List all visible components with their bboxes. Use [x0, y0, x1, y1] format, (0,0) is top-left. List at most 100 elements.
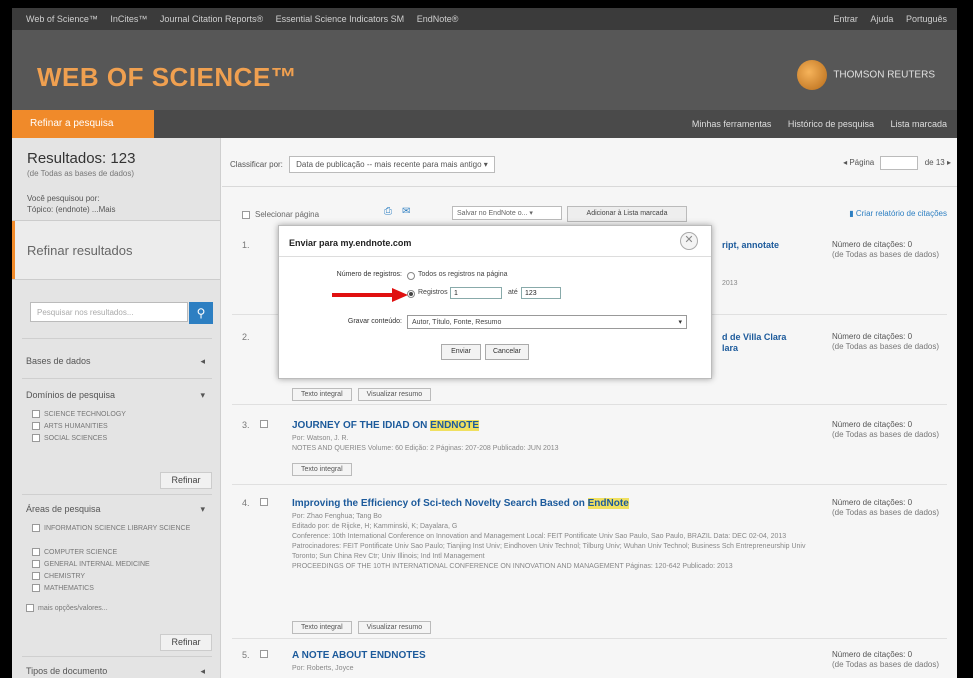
- prev-page-icon[interactable]: ◂: [843, 158, 847, 167]
- range-to-label: até: [508, 289, 518, 296]
- save-endnote-dropdown[interactable]: Salvar no EndNote o... ▾: [452, 206, 562, 220]
- save-endnote-label: Salvar no EndNote o...: [457, 210, 528, 217]
- citation-count-text[interactable]: Número de citações: 0: [832, 498, 942, 508]
- filter-checkbox-science-technology[interactable]: SCIENCE TECHNOLOGY: [32, 410, 126, 418]
- record-number: 4.: [242, 498, 250, 508]
- refine-accent-bar: [12, 221, 15, 279]
- more-options-link[interactable]: mais opções/valores...: [26, 604, 108, 612]
- record-title-fragment[interactable]: d de Villa Clara: [722, 332, 786, 342]
- record-checkbox[interactable]: [260, 650, 268, 658]
- record-checkbox[interactable]: [260, 498, 268, 506]
- topbar-link-wos[interactable]: Web of Science™: [26, 14, 98, 24]
- record-meta: Por: Roberts, Joyce: [292, 664, 812, 674]
- search-summary-query[interactable]: Tópico: (endnote) ...Mais: [27, 204, 177, 215]
- topbar-sign-in[interactable]: Entrar: [833, 14, 858, 24]
- record-title-link[interactable]: Improving the Efficiency of Sci-tech Nov…: [292, 498, 629, 509]
- record-range-option-label[interactable]: Registros: [418, 289, 448, 296]
- topbar-help[interactable]: Ajuda: [870, 14, 893, 24]
- site-header: WEB OF SCIENCE™ THOMSON REUTERS: [12, 30, 957, 110]
- email-icon[interactable]: ✉: [402, 206, 414, 217]
- refine-results-title: Refinar resultados: [27, 243, 133, 258]
- citation-count: Número de citações: 0 (de Todas as bases …: [832, 650, 942, 670]
- topbar-link-jcr[interactable]: Journal Citation Reports®: [160, 14, 263, 24]
- citation-count: Número de citações: 0 (de Todas as bases …: [832, 420, 942, 440]
- record-title-text: JOURNEY OF THE IDIAD ON: [292, 420, 428, 431]
- citation-count-text[interactable]: Número de citações: 0: [832, 420, 942, 430]
- record-title-link[interactable]: JOURNEY OF THE IDIAD ON ENDNOTE: [292, 420, 480, 431]
- citation-count-source: (de Todas as bases de dados): [832, 508, 940, 517]
- search-within-button[interactable]: ⚲: [189, 302, 213, 324]
- filter-checkbox-area[interactable]: COMPUTER SCIENCE: [32, 548, 117, 556]
- topbar-link-incites[interactable]: InCites™: [110, 14, 147, 24]
- pager: ◂ Página de 13 ▸: [843, 156, 951, 170]
- send-to-endnote-dialog: Enviar para my.endnote.com ✕ Número de r…: [278, 225, 712, 379]
- full-text-button[interactable]: Texto integral: [292, 621, 352, 634]
- wos-logo[interactable]: WEB OF SCIENCE™: [37, 62, 297, 93]
- view-abstract-button[interactable]: Visualizar resumo: [357, 388, 432, 401]
- record-meta: Por: Watson, J. R. NOTES AND QUERIES Vol…: [292, 434, 812, 454]
- section-research-domains[interactable]: Domínios de pesquisa ▾: [26, 390, 211, 400]
- refine-search-tab[interactable]: Refinar a pesquisa: [12, 110, 154, 138]
- create-citation-report-link[interactable]: ▮ Criar relatório de citações: [849, 209, 947, 218]
- record-title-fragment[interactable]: ript, annotate: [722, 240, 779, 250]
- dialog-title: Enviar para my.endnote.com: [289, 238, 412, 248]
- top-product-bar: Web of Science™ InCites™ Journal Citatio…: [12, 8, 957, 30]
- filter-checkbox-arts-humanities[interactable]: ARTS HUMANITIES: [32, 422, 108, 430]
- full-text-button[interactable]: Texto integral: [292, 388, 352, 401]
- print-icon[interactable]: ⎙: [384, 206, 396, 217]
- search-within-input[interactable]: Pesquisar nos resultados...: [30, 302, 188, 322]
- search-summary: Você pesquisou por: Tópico: (endnote) ..…: [27, 193, 177, 215]
- citation-report-label: Criar relatório de citações: [855, 209, 947, 218]
- close-icon[interactable]: ✕: [680, 232, 698, 250]
- select-page-checkbox[interactable]: Selecionar página: [242, 210, 319, 219]
- citation-count-text[interactable]: Número de citações: 0: [832, 240, 942, 250]
- section-document-types[interactable]: Tipos de documento ◂: [26, 666, 211, 676]
- section-research-areas[interactable]: Áreas de pesquisa ▾: [26, 504, 211, 514]
- refine-button-areas[interactable]: Refinar: [160, 634, 212, 651]
- all-records-option-label[interactable]: Todos os registros na página: [418, 271, 508, 278]
- record-authors: Por: Watson, J. R.: [292, 435, 349, 442]
- radio-record-range[interactable]: [407, 290, 415, 298]
- topbar-link-esi[interactable]: Essential Science Indicators SM: [276, 14, 405, 24]
- view-abstract-button[interactable]: Visualizar resumo: [357, 621, 432, 634]
- nav-my-tools[interactable]: Minhas ferramentas: [692, 119, 772, 129]
- topbar-language[interactable]: Português: [906, 14, 947, 24]
- nav-search-history[interactable]: Histórico de pesquisa: [788, 119, 874, 129]
- range-to-input[interactable]: 123: [521, 287, 561, 299]
- refine-button-domains[interactable]: Refinar: [160, 472, 212, 489]
- send-button[interactable]: Enviar: [441, 344, 481, 360]
- filter-checkbox-area[interactable]: MATHEMATICS: [32, 584, 94, 592]
- record-title-text: A NOTE ABOUT ENDNOTES: [292, 650, 426, 661]
- thomson-reuters-orb-icon: [797, 60, 828, 90]
- record-number: 1.: [242, 240, 250, 250]
- citation-count-text[interactable]: Número de citações: 0: [832, 332, 942, 342]
- topbar-link-endnote[interactable]: EndNote®: [417, 14, 459, 24]
- refine-results-panel: Refinar resultados: [12, 220, 220, 280]
- citation-count: Número de citações: 0 (de Todas as bases …: [832, 332, 942, 352]
- add-to-marked-list-button[interactable]: Adicionar à Lista marcada: [567, 206, 687, 222]
- section-databases[interactable]: Bases de dados ◂: [26, 356, 211, 366]
- divider: [22, 338, 212, 339]
- section-label: Bases de dados: [26, 356, 91, 366]
- record-content-value: Autor, Título, Fonte, Resumo: [412, 319, 502, 326]
- full-text-button[interactable]: Texto integral: [292, 463, 352, 476]
- divider: [232, 638, 947, 639]
- next-page-icon[interactable]: ▸: [947, 158, 951, 167]
- filter-checkbox-area[interactable]: CHEMISTRY: [32, 572, 85, 580]
- record-content-select[interactable]: Autor, Título, Fonte, Resumo ▾: [407, 315, 687, 329]
- citation-count-text[interactable]: Número de citações: 0: [832, 650, 942, 660]
- record-checkbox[interactable]: [260, 420, 268, 428]
- radio-all-records[interactable]: [407, 272, 415, 280]
- cancel-button[interactable]: Cancelar: [485, 344, 529, 360]
- range-from-input[interactable]: 1: [450, 287, 502, 299]
- record-title-link[interactable]: A NOTE ABOUT ENDNOTES: [292, 650, 426, 661]
- nav-marked-list[interactable]: Lista marcada: [890, 119, 947, 129]
- filter-checkbox-area[interactable]: GENERAL INTERNAL MEDICINE: [32, 560, 150, 568]
- pager-total: de 13: [924, 158, 945, 168]
- page-number-input[interactable]: [880, 156, 919, 170]
- record-title-fragment[interactable]: lara: [722, 343, 738, 353]
- filter-checkbox-area[interactable]: INFORMATION SCIENCE LIBRARY SCIENCE: [32, 524, 190, 532]
- sort-select[interactable]: Data de publicação -- mais recente para …: [289, 156, 495, 173]
- sort-control: Classificar por: Data de publicação -- m…: [230, 156, 495, 173]
- filter-checkbox-social-sciences[interactable]: SOCIAL SCIENCES: [32, 434, 107, 442]
